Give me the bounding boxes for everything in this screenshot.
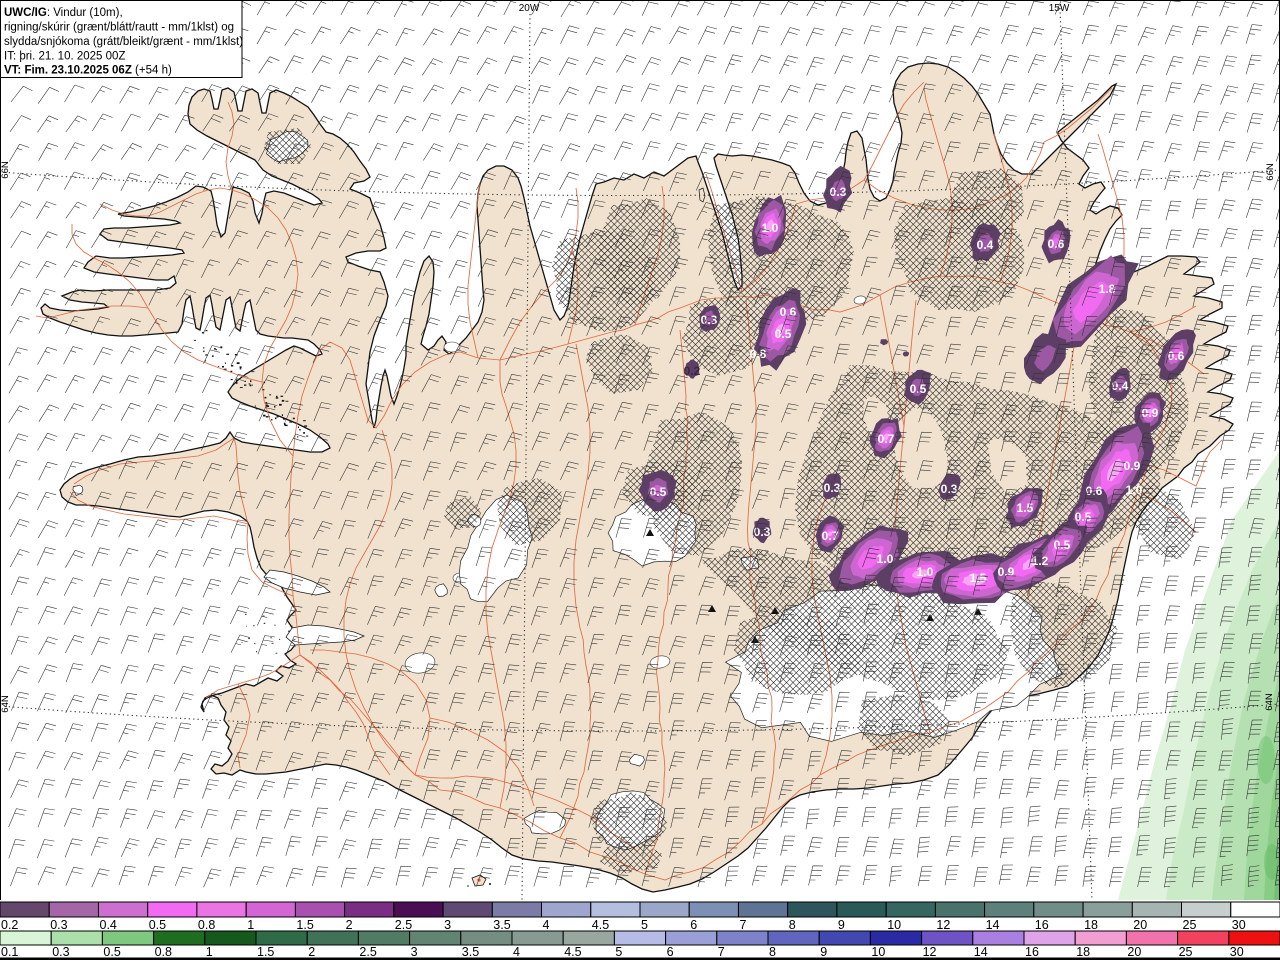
- svg-text:2.5: 2.5: [359, 945, 376, 959]
- svg-text:14: 14: [974, 945, 988, 959]
- svg-text:1.0: 1.0: [1126, 483, 1143, 497]
- svg-text:18: 18: [1076, 945, 1090, 959]
- svg-text:0.1: 0.1: [1, 945, 18, 959]
- svg-text:0.5: 0.5: [1054, 538, 1071, 552]
- svg-text:1.0: 1.0: [917, 565, 934, 579]
- svg-text:0.5: 0.5: [1075, 510, 1092, 524]
- svg-text:0.6: 0.6: [1168, 349, 1185, 363]
- svg-text:7: 7: [718, 945, 725, 959]
- svg-text:0.9: 0.9: [1142, 406, 1159, 420]
- svg-text:3.5: 3.5: [493, 918, 510, 932]
- svg-text:20W: 20W: [519, 3, 540, 14]
- svg-text:0.8: 0.8: [198, 918, 215, 932]
- svg-text:VT: Fim. 23.10.2025 06Z (+54 h: VT: Fim. 23.10.2025 06Z (+54 h): [4, 65, 172, 77]
- svg-text:12: 12: [923, 945, 937, 959]
- svg-text:0.6: 0.6: [780, 305, 797, 319]
- svg-text:14: 14: [986, 918, 1000, 932]
- svg-text:0.2: 0.2: [1, 918, 18, 932]
- svg-text:1.0: 1.0: [877, 552, 894, 566]
- svg-text:9: 9: [838, 918, 845, 932]
- svg-text:64N: 64N: [1264, 693, 1275, 711]
- svg-text:1.2: 1.2: [1032, 554, 1049, 568]
- svg-text:0.4: 0.4: [100, 918, 117, 932]
- svg-text:25: 25: [1183, 918, 1197, 932]
- svg-text:66N: 66N: [1265, 163, 1276, 181]
- svg-text:3.5: 3.5: [462, 945, 479, 959]
- svg-text:4: 4: [543, 918, 550, 932]
- svg-text:9: 9: [820, 945, 827, 959]
- svg-text:20: 20: [1127, 945, 1141, 959]
- svg-text:1: 1: [206, 945, 213, 959]
- svg-text:1.5: 1.5: [970, 571, 987, 585]
- svg-text:1: 1: [247, 918, 254, 932]
- svg-text:0.5: 0.5: [149, 918, 166, 932]
- svg-text:6: 6: [667, 945, 674, 959]
- svg-text:30: 30: [1232, 918, 1246, 932]
- svg-text:3: 3: [411, 945, 418, 959]
- svg-text:0.3: 0.3: [52, 945, 69, 959]
- svg-text:25: 25: [1179, 945, 1193, 959]
- svg-text:2: 2: [346, 918, 353, 932]
- svg-text:0.3: 0.3: [830, 185, 847, 199]
- svg-text:0.3: 0.3: [941, 482, 958, 496]
- svg-text:0.4: 0.4: [977, 238, 994, 252]
- svg-text:10: 10: [887, 918, 901, 932]
- svg-text:0.7: 0.7: [878, 432, 895, 446]
- svg-text:8: 8: [769, 945, 776, 959]
- svg-text:5: 5: [641, 918, 648, 932]
- svg-text:0.9: 0.9: [998, 565, 1015, 579]
- svg-text:3: 3: [444, 918, 451, 932]
- svg-text:6: 6: [690, 918, 697, 932]
- svg-text:0.5: 0.5: [103, 945, 120, 959]
- svg-text:4.5: 4.5: [592, 918, 609, 932]
- svg-text:0.2: 0.2: [684, 364, 701, 378]
- svg-text:1.5: 1.5: [296, 918, 313, 932]
- svg-text:1.8: 1.8: [1099, 282, 1116, 296]
- svg-text:66N: 66N: [0, 161, 11, 179]
- svg-text:0.3: 0.3: [50, 918, 67, 932]
- svg-text:0.7: 0.7: [822, 529, 839, 543]
- svg-text:2: 2: [308, 945, 315, 959]
- svg-text:4: 4: [513, 945, 520, 959]
- svg-text:0.5: 0.5: [775, 327, 792, 341]
- svg-text:0.8: 0.8: [750, 347, 767, 361]
- svg-text:0.5: 0.5: [910, 382, 927, 396]
- svg-text:7: 7: [740, 918, 747, 932]
- svg-text:18: 18: [1084, 918, 1098, 932]
- svg-text:30: 30: [1230, 945, 1244, 959]
- svg-text:IT: þri. 21. 10. 2025 00Z: IT: þri. 21. 10. 2025 00Z: [4, 51, 125, 63]
- svg-text:64N: 64N: [0, 695, 11, 713]
- svg-text:UWC/IG: Vindur (10m),: UWC/IG: Vindur (10m),: [4, 7, 123, 19]
- svg-text:8: 8: [789, 918, 796, 932]
- svg-text:12: 12: [936, 918, 950, 932]
- svg-text:20: 20: [1133, 918, 1147, 932]
- svg-text:10: 10: [871, 945, 885, 959]
- svg-text:0.8: 0.8: [155, 945, 172, 959]
- svg-text:4.5: 4.5: [564, 945, 581, 959]
- svg-text:0.3: 0.3: [754, 525, 771, 539]
- svg-text:slydda/snjókoma (grátt/bleikt/: slydda/snjókoma (grátt/bleikt/grænt - mm…: [4, 36, 243, 48]
- svg-text:0.9: 0.9: [1124, 459, 1141, 473]
- svg-text:16: 16: [1025, 945, 1039, 959]
- svg-text:0.6: 0.6: [1086, 484, 1103, 498]
- svg-text:1.0: 1.0: [762, 221, 779, 235]
- svg-text:2.5: 2.5: [395, 918, 412, 932]
- svg-text:rigning/skúrir (grænt/blátt/ra: rigning/skúrir (grænt/blátt/rautt - mm/1…: [4, 22, 234, 34]
- svg-text:1.5: 1.5: [1017, 501, 1034, 515]
- svg-text:16: 16: [1035, 918, 1049, 932]
- svg-text:1.5: 1.5: [257, 945, 274, 959]
- svg-text:5: 5: [615, 945, 622, 959]
